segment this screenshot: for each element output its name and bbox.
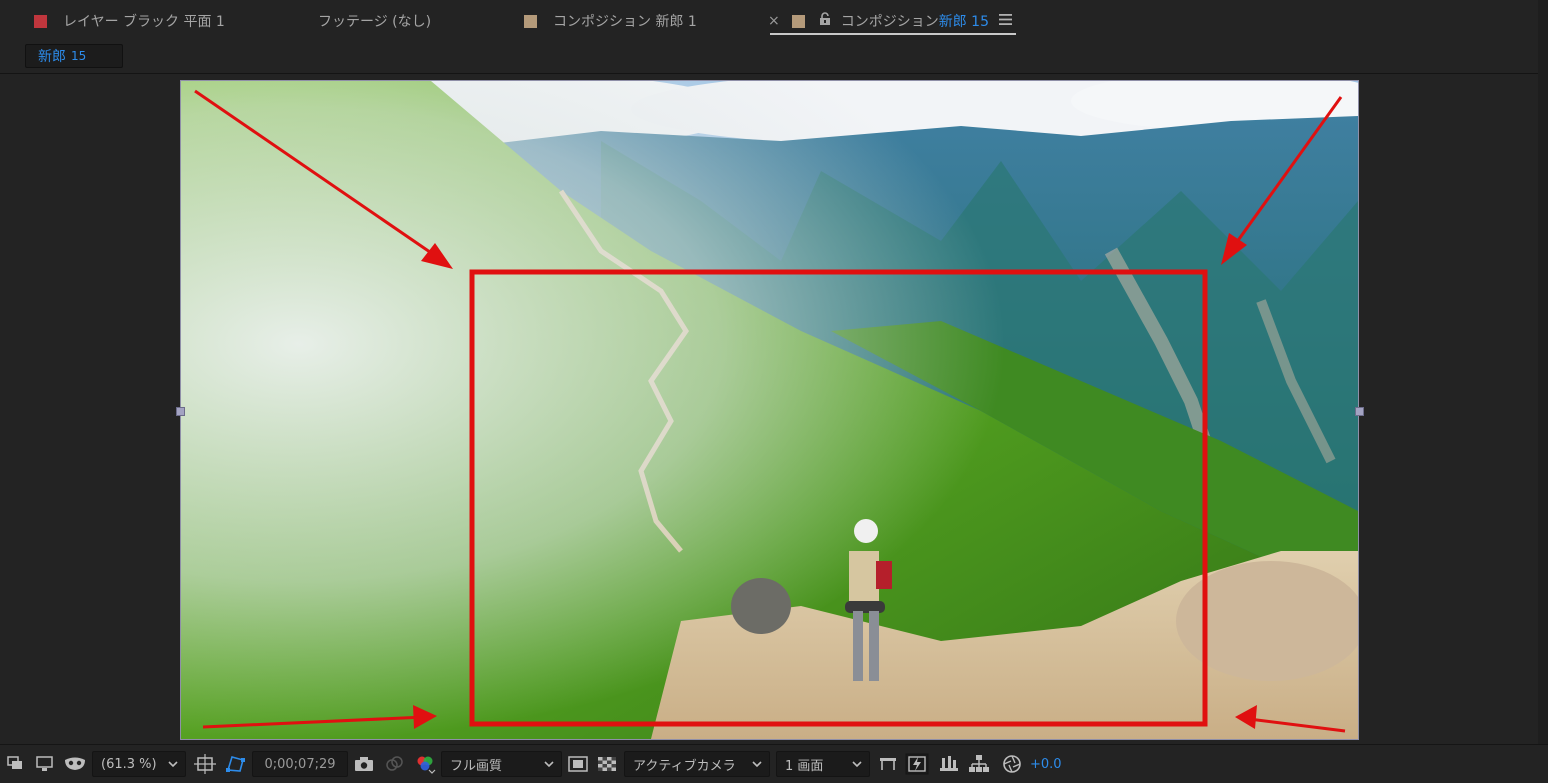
- camera-value: アクティブカメラ: [633, 758, 736, 774]
- tab-label-accent: 新郎 15: [938, 14, 989, 30]
- resolution-value: フル画質: [450, 758, 503, 774]
- exposure-text: +0.0: [1030, 756, 1062, 772]
- transparency-grid-icon[interactable]: [597, 751, 617, 777]
- timecode: 0;00;07;29: [264, 756, 336, 772]
- chevron-down-icon: [751, 756, 763, 776]
- fast-previews-icon[interactable]: [905, 751, 929, 777]
- chevron-down-icon: [543, 756, 555, 776]
- selection-rectangle: [469, 269, 1208, 727]
- zoom-select[interactable]: (61.3 %): [92, 751, 186, 777]
- label-color-swatch: [524, 14, 537, 28]
- hamburger-menu-icon[interactable]: [999, 13, 1012, 29]
- view-layout-select[interactable]: 1 画面: [776, 751, 870, 777]
- title-action-safe-icon[interactable]: [194, 751, 216, 777]
- arrow-icon: [1235, 705, 1346, 733]
- lock-icon[interactable]: [819, 12, 831, 30]
- flowchart-icon[interactable]: [968, 751, 990, 777]
- region-of-interest-icon[interactable]: [568, 751, 588, 777]
- reset-exposure-icon[interactable]: [1002, 751, 1022, 777]
- arrow-icon: [194, 89, 453, 269]
- mask-path-icon[interactable]: [224, 751, 246, 777]
- color-channels-icon[interactable]: [414, 751, 436, 777]
- chevron-down-icon: [167, 756, 179, 776]
- annotation-overlay: [194, 89, 1346, 733]
- tab-footage[interactable]: フッテージ (なし): [318, 10, 431, 32]
- tab-label: レイヤー ブラック 平面 1: [63, 14, 225, 30]
- active-tab-indicator: [770, 33, 1016, 35]
- camera-snapshot-icon[interactable]: [354, 751, 374, 777]
- tab-label-prefix: コンポジション: [840, 14, 939, 30]
- chevron-down-icon: [851, 756, 863, 776]
- toggle-pixel-aspect-icon[interactable]: [877, 751, 899, 777]
- camera-view-select[interactable]: アクティブカメラ: [624, 751, 770, 777]
- breadcrumb-number: 15: [71, 49, 87, 63]
- arrow-icon: [202, 705, 437, 729]
- resize-handle-left[interactable]: [176, 407, 185, 416]
- close-tab-icon[interactable]: ×: [768, 13, 780, 29]
- panel-tab-bar: レイヤー ブラック 平面 1 フッテージ (なし) コンポジション 新郎 1 ×…: [0, 0, 1548, 40]
- arrow-icon: [1221, 96, 1343, 265]
- views-value: 1 画面: [785, 758, 824, 774]
- breadcrumb-name: 新郎: [38, 49, 66, 65]
- tab-label: コンポジション 新郎 1: [553, 14, 697, 30]
- always-preview-icon[interactable]: [6, 751, 26, 777]
- timeline-icon[interactable]: [938, 751, 960, 777]
- viewer-toolbar: (61.3 %) 0;00;07;29 フル画質 アクティブカメラ 1 画面 +…: [0, 744, 1548, 783]
- show-snapshot-icon[interactable]: [384, 751, 404, 777]
- label-color-swatch: [791, 14, 805, 28]
- composition-breadcrumb[interactable]: 新郎 15: [25, 44, 123, 68]
- tab-label: フッテージ (なし): [318, 14, 432, 30]
- resolution-select[interactable]: フル画質: [441, 751, 562, 777]
- zoom-value: (61.3 %): [101, 756, 157, 772]
- tab-composition-shinro-15[interactable]: × コンポジション 新郎 15: [768, 10, 1012, 32]
- monitor-icon[interactable]: [35, 751, 55, 777]
- tab-composition-shinro-1[interactable]: コンポジション 新郎 1: [524, 10, 697, 32]
- resize-handle-right[interactable]: [1355, 407, 1364, 416]
- exposure-value[interactable]: +0.0: [1030, 751, 1062, 777]
- label-color-swatch: [34, 14, 47, 28]
- composition-viewer[interactable]: [0, 74, 1538, 744]
- panel-edge: [1538, 0, 1548, 783]
- tab-layer-black-solid[interactable]: レイヤー ブラック 平面 1: [34, 10, 225, 32]
- current-time-field[interactable]: 0;00;07;29: [252, 751, 348, 777]
- composition-canvas[interactable]: [180, 80, 1359, 740]
- mask-visibility-icon[interactable]: [63, 751, 87, 777]
